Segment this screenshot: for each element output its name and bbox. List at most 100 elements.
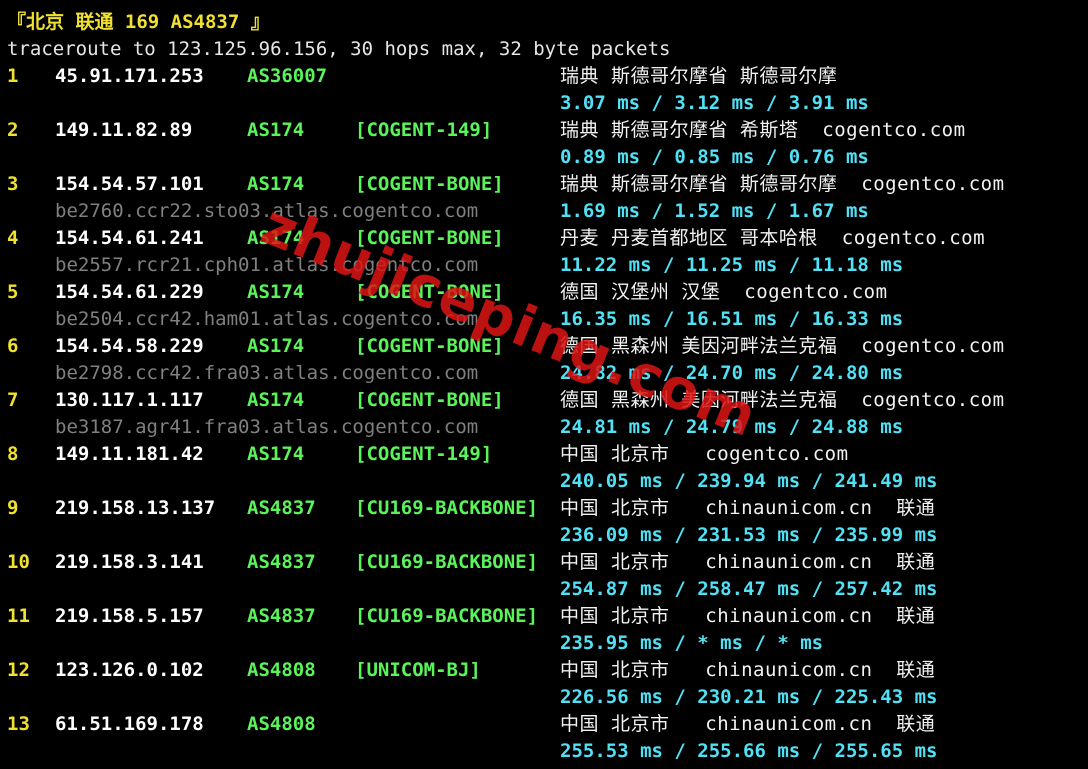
hop-rtt: 236.09 ms / 231.53 ms / 235.99 ms [560, 524, 938, 546]
hop-row: 7 130.117.1.117 AS174 [COGENT-BONE] 德国 黑森州 美… [7, 387, 1088, 414]
hop-detail-row: 240.05 ms / 239.94 ms / 241.49 ms [7, 468, 1088, 495]
hop-detail-row: be2504.ccr42.ham01.atlas.cogentco.com 16.… [7, 306, 1088, 333]
hop-ip: 149.11.181.42 [55, 443, 204, 465]
hop-geo: 德国 黑森州 美因河畔法兰克福 cogentco.com [560, 389, 1005, 411]
hop-hostname: be2504.ccr42.ham01.atlas.cogentco.com [55, 308, 479, 330]
hop-geo: 中国 北京市 chinaunicom.cn 联通 [560, 551, 936, 573]
hop-asn: AS174 [247, 281, 305, 303]
hop-ip: 123.126.0.102 [55, 659, 204, 681]
hop-rtt: 3.07 ms / 3.12 ms / 3.91 ms [560, 92, 869, 114]
hop-list: 1 45.91.171.253 AS36007 瑞典 斯德哥尔摩省 斯德哥尔摩 3.07… [7, 63, 1088, 765]
hop-rtt: 255.53 ms / 255.66 ms / 255.65 ms [560, 740, 938, 762]
hop-asn: AS174 [247, 389, 305, 411]
hop-asn: AS174 [247, 443, 305, 465]
hop-ip: 45.91.171.253 [55, 65, 204, 87]
hop-ip: 154.54.58.229 [55, 335, 204, 357]
hop-geo: 中国 北京市 chinaunicom.cn 联通 [560, 497, 936, 519]
hop-tag: [CU169-BACKBONE] [355, 605, 539, 627]
hop-detail-row: 236.09 ms / 231.53 ms / 235.99 ms [7, 522, 1088, 549]
hop-tag: [COGENT-BONE] [355, 281, 504, 303]
hop-index: 12 [7, 659, 30, 681]
hop-row: 2 149.11.82.89 AS174 [COGENT-149] 瑞典 斯德哥尔摩省 … [7, 117, 1088, 144]
hop-rtt: 235.95 ms / * ms / * ms [560, 632, 824, 654]
hop-tag: [COGENT-149] [355, 443, 493, 465]
hop-ip: 219.158.13.137 [55, 497, 216, 519]
hop-asn: AS174 [247, 173, 305, 195]
hop-rtt: 24.82 ms / 24.70 ms / 24.80 ms [560, 362, 904, 384]
hop-tag: [CU169-BACKBONE] [355, 551, 539, 573]
hop-index: 6 [7, 335, 19, 357]
hop-detail-row: 3.07 ms / 3.12 ms / 3.91 ms [7, 90, 1088, 117]
hop-asn: AS4808 [247, 659, 316, 681]
hop-asn: AS4808 [247, 713, 316, 735]
hop-row: 10 219.158.3.141 AS4837 [CU169-BACKBONE] 中国 … [7, 549, 1088, 576]
hop-row: 13 61.51.169.178 AS4808 中国 北京市 chinaunicom.… [7, 711, 1088, 738]
hop-geo: 中国 北京市 chinaunicom.cn 联通 [560, 659, 936, 681]
hop-geo: 丹麦 丹麦首都地区 哥本哈根 cogentco.com [560, 227, 986, 249]
hop-row: 5 154.54.61.229 AS174 [COGENT-BONE] 德国 汉堡州 汉… [7, 279, 1088, 306]
hop-geo: 中国 北京市 chinaunicom.cn 联通 [560, 713, 936, 735]
hop-asn: AS174 [247, 227, 305, 249]
hop-tag: [COGENT-BONE] [355, 335, 504, 357]
hop-tag: [CU169-BACKBONE] [355, 497, 539, 519]
hop-geo: 中国 北京市 chinaunicom.cn 联通 [560, 605, 936, 627]
hop-tag: [COGENT-BONE] [355, 389, 504, 411]
hop-tag: [COGENT-BONE] [355, 227, 504, 249]
hop-geo: 瑞典 斯德哥尔摩省 斯德哥尔摩 [560, 65, 838, 87]
hop-row: 1 45.91.171.253 AS36007 瑞典 斯德哥尔摩省 斯德哥尔摩 [7, 63, 1088, 90]
hop-rtt: 226.56 ms / 230.21 ms / 225.43 ms [560, 686, 938, 708]
hop-index: 11 [7, 605, 30, 627]
hop-detail-row: 226.56 ms / 230.21 ms / 225.43 ms [7, 684, 1088, 711]
hop-hostname: be2798.ccr42.fra03.atlas.cogentco.com [55, 362, 479, 384]
hop-geo: 德国 黑森州 美因河畔法兰克福 cogentco.com [560, 335, 1005, 357]
hop-hostname: be2760.ccr22.sto03.atlas.cogentco.com [55, 200, 479, 222]
hop-geo: 瑞典 斯德哥尔摩省 斯德哥尔摩 cogentco.com [560, 173, 1005, 195]
hop-ip: 154.54.61.229 [55, 281, 204, 303]
hop-index: 1 [7, 65, 19, 87]
hop-index: 8 [7, 443, 19, 465]
hop-rtt: 254.87 ms / 258.47 ms / 257.42 ms [560, 578, 938, 600]
hop-geo: 中国 北京市 cogentco.com [560, 443, 849, 465]
hop-row: 8 149.11.181.42 AS174 [COGENT-149] 中国 北京市 co… [7, 441, 1088, 468]
hop-row: 4 154.54.61.241 AS174 [COGENT-BONE] 丹麦 丹麦首都地… [7, 225, 1088, 252]
hop-rtt: 11.22 ms / 11.25 ms / 11.18 ms [560, 254, 904, 276]
hop-index: 10 [7, 551, 30, 573]
hop-tag: [COGENT-BONE] [355, 173, 504, 195]
hop-asn: AS4837 [247, 605, 316, 627]
hop-ip: 154.54.57.101 [55, 173, 204, 195]
hop-asn: AS4837 [247, 551, 316, 573]
hop-detail-row: be2557.rcr21.cph01.atlas.cogentco.com 11.… [7, 252, 1088, 279]
hop-index: 3 [7, 173, 19, 195]
hop-asn: AS4837 [247, 497, 316, 519]
hop-detail-row: be2760.ccr22.sto03.atlas.cogentco.com 1.6… [7, 198, 1088, 225]
hop-geo: 德国 汉堡州 汉堡 cogentco.com [560, 281, 888, 303]
hop-detail-row: 254.87 ms / 258.47 ms / 257.42 ms [7, 576, 1088, 603]
hop-detail-row: 0.89 ms / 0.85 ms / 0.76 ms [7, 144, 1088, 171]
hop-row: 6 154.54.58.229 AS174 [COGENT-BONE] 德国 黑森州 美… [7, 333, 1088, 360]
hop-geo: 瑞典 斯德哥尔摩省 希斯塔 cogentco.com [560, 119, 966, 141]
hop-row: 11 219.158.5.157 AS4837 [CU169-BACKBONE] 中国 … [7, 603, 1088, 630]
terminal-output[interactable]: 『北京 联通 169 AS4837 』 traceroute to 123.12… [7, 9, 1088, 765]
hop-detail-row: 255.53 ms / 255.66 ms / 255.65 ms [7, 738, 1088, 765]
hop-ip: 219.158.3.141 [55, 551, 204, 573]
trace-title: 『北京 联通 169 AS4837 』 [7, 11, 270, 33]
hop-index: 7 [7, 389, 19, 411]
hop-tag: [UNICOM-BJ] [355, 659, 481, 681]
hop-index: 5 [7, 281, 19, 303]
hop-index: 2 [7, 119, 19, 141]
hop-rtt: 1.69 ms / 1.52 ms / 1.67 ms [560, 200, 869, 222]
hop-tag: [COGENT-149] [355, 119, 493, 141]
hop-index: 13 [7, 713, 30, 735]
hop-asn: AS174 [247, 335, 305, 357]
hop-rtt: 24.81 ms / 24.79 ms / 24.88 ms [560, 416, 904, 438]
hop-asn: AS36007 [247, 65, 328, 87]
hop-hostname: be2557.rcr21.cph01.atlas.cogentco.com [55, 254, 479, 276]
hop-ip: 219.158.5.157 [55, 605, 204, 627]
hop-index: 4 [7, 227, 19, 249]
hop-index: 9 [7, 497, 19, 519]
hop-ip: 61.51.169.178 [55, 713, 204, 735]
hop-detail-row: 235.95 ms / * ms / * ms [7, 630, 1088, 657]
hop-rtt: 0.89 ms / 0.85 ms / 0.76 ms [560, 146, 869, 168]
hop-row: 9 219.158.13.137 AS4837 [CU169-BACKBONE] 中国 … [7, 495, 1088, 522]
traceroute-header: traceroute to 123.125.96.156, 30 hops ma… [7, 38, 671, 60]
